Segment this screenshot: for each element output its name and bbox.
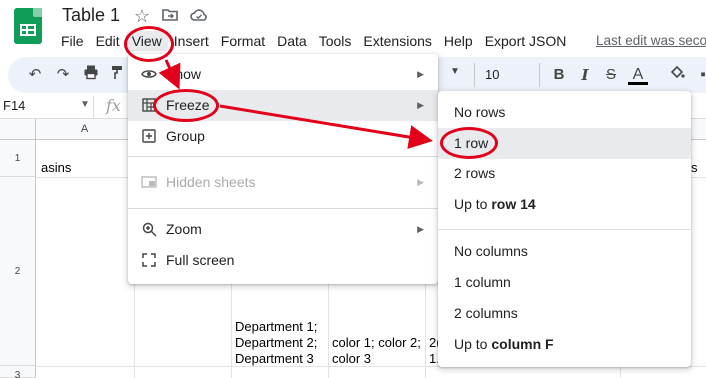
annotation-arrow (219, 104, 433, 149)
annotation-arrows (158, 59, 433, 149)
annotation-arrow (158, 59, 181, 90)
